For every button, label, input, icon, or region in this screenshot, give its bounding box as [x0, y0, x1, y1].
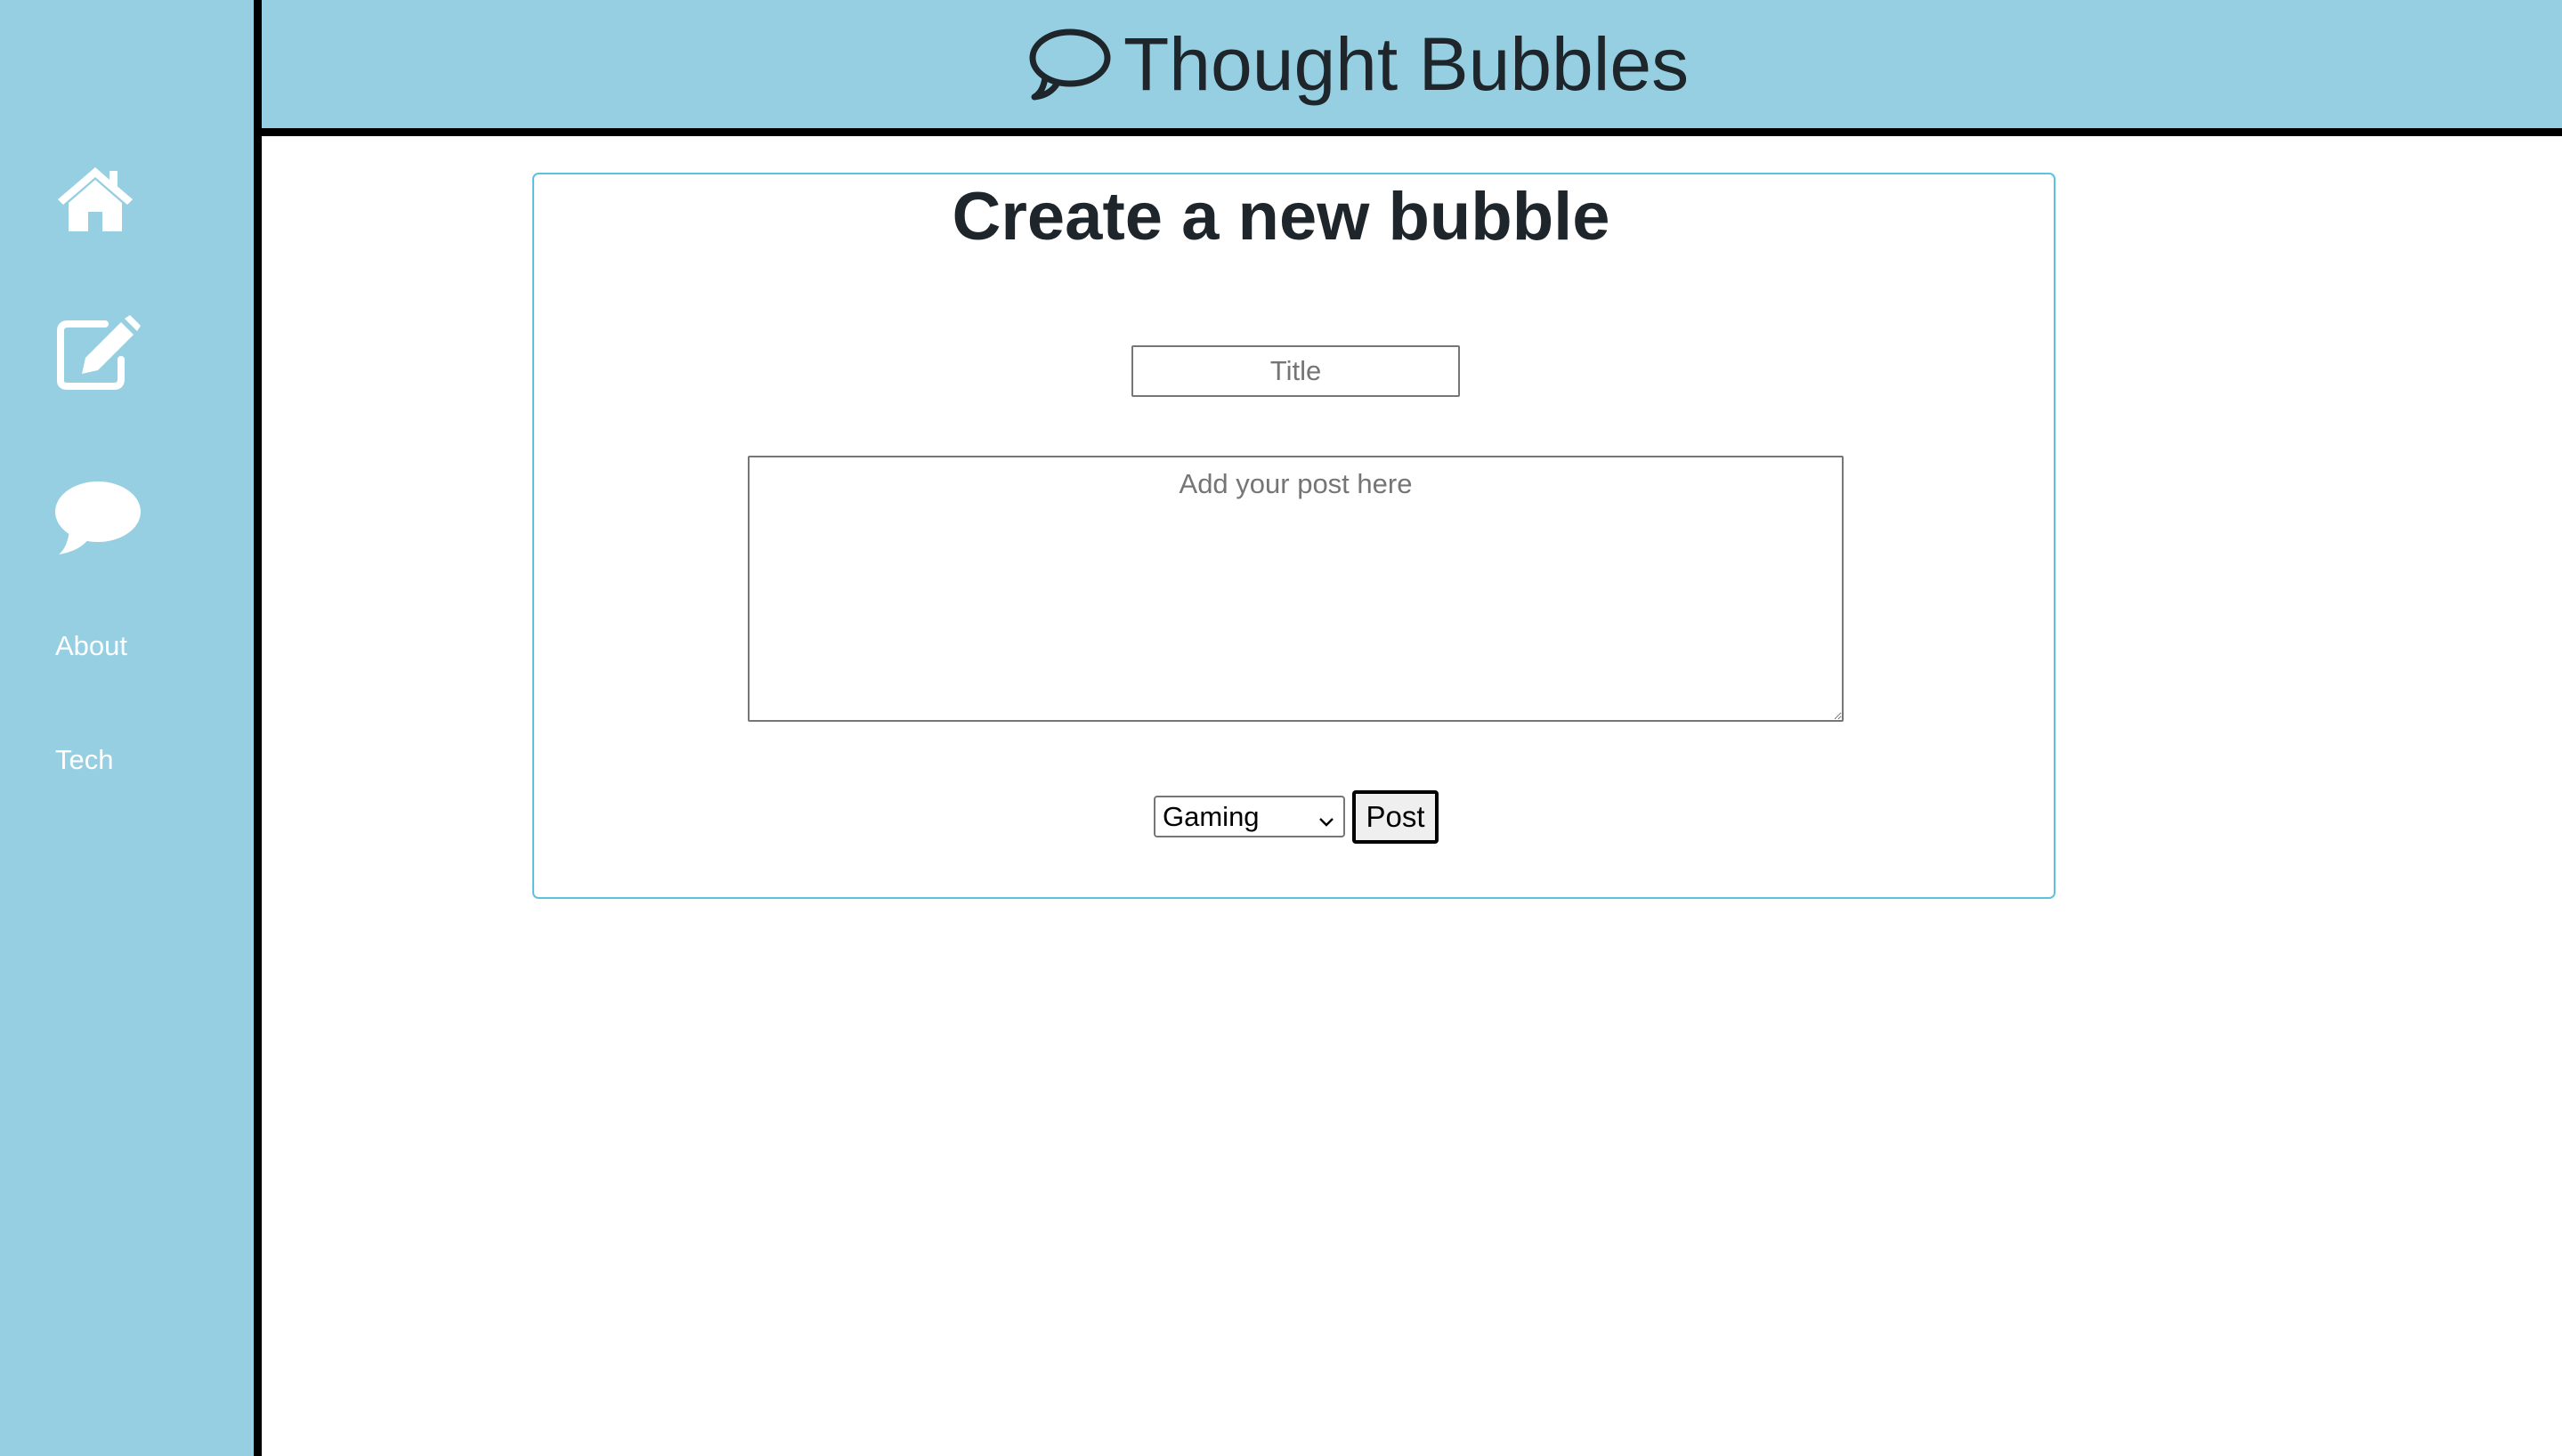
- page-title: Create a new bubble: [952, 179, 1610, 255]
- speech-bubble-icon: [1026, 26, 1111, 102]
- sidebar-item-tech[interactable]: Tech: [55, 744, 113, 776]
- sidebar-item-about[interactable]: About: [55, 630, 127, 662]
- chat-bubble-icon[interactable]: [53, 478, 142, 556]
- title-input[interactable]: [1131, 345, 1460, 397]
- post-button[interactable]: Post: [1352, 790, 1439, 844]
- chevron-down-icon: [1317, 806, 1336, 827]
- header: Thought Bubbles: [262, 0, 2562, 136]
- brand[interactable]: Thought Bubbles: [1026, 20, 1689, 109]
- edit-icon[interactable]: [55, 315, 141, 390]
- post-textarea[interactable]: [748, 456, 1844, 722]
- site-title: Thought Bubbles: [1123, 21, 1690, 106]
- category-selected-value: Gaming: [1163, 800, 1260, 832]
- category-select[interactable]: Gaming: [1154, 796, 1345, 837]
